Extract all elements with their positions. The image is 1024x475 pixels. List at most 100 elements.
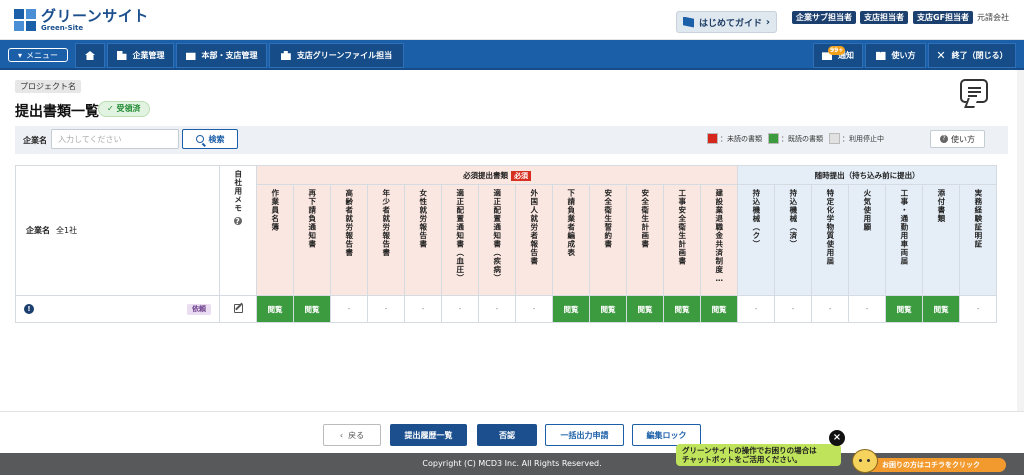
menu-caret-icon: ▾ <box>17 50 22 60</box>
view-document-cell[interactable]: 閲覧 <box>626 295 664 323</box>
branch-green-file-tab[interactable]: 支店グリーンファイル担当 <box>269 43 404 68</box>
document-column-header: 工事安全衛生計画書 <box>663 184 701 296</box>
user-company-name: 元請会社 <box>977 13 1009 22</box>
status-badge: ✓ 受領済 <box>98 101 150 117</box>
memo-cell[interactable] <box>219 295 257 323</box>
green-site-logo[interactable]: グリーンサイト Green-Site <box>14 9 149 32</box>
hq-branch-management-tab[interactable]: 本部・支店管理 <box>176 43 267 68</box>
company-header-label: 企業名 <box>26 226 50 235</box>
required-group-label: 必須提出書類 <box>463 170 509 180</box>
vertical-scrollbar[interactable] <box>1017 70 1024 453</box>
chatbot-mascot-icon[interactable] <box>852 449 878 473</box>
view-document-cell[interactable]: 閲覧 <box>589 295 627 323</box>
chatbot-bubble[interactable]: グリーンサイトの操作でお困りの場合は チャットボットをご活用ください。 <box>676 444 841 466</box>
app-shell: { "header": { "logo_main": "グリーンサイト", "l… <box>0 0 1024 475</box>
status-legend: ：未読の書類 ：既読の書類 ：利用停止中 <box>707 133 884 144</box>
request-badge[interactable]: 依頼 <box>187 304 211 315</box>
edit-lock-button[interactable]: 編集ロック <box>632 424 701 446</box>
help-icon: ? <box>940 135 948 143</box>
project-name-chip: プロジェクト名 <box>15 80 81 93</box>
submission-history-button[interactable]: 提出履歴一覧 <box>390 424 467 446</box>
back-button[interactable]: ‹ 戻る <box>323 424 381 446</box>
empty-document-cell: - <box>478 295 516 323</box>
chatbot-close-button[interactable]: × <box>829 430 845 446</box>
main-nav: ▾ メニュー 企業管理 本部・支店管理 支店グリーンファイル担当 通知 使い方 … <box>0 40 1024 70</box>
status-badge-label: 受領済 <box>116 104 141 113</box>
usage-guide-button[interactable]: 使い方 <box>865 43 926 68</box>
view-document-cell[interactable]: 閲覧 <box>699 295 739 323</box>
home-icon <box>85 51 95 60</box>
document-column-header: 火気使用願 <box>848 184 887 296</box>
logo-mark-icon <box>14 9 36 31</box>
menu-button[interactable]: ▾ メニュー <box>8 48 68 62</box>
document-column-label: 建設業退職金共済制度… <box>714 189 724 284</box>
optional-group-label: 随時提出（持ち込み前に提出） <box>814 170 920 180</box>
document-column-header: 添付書類 <box>922 184 961 296</box>
chatbot-message-line2: チャットボットをご活用ください。 <box>682 455 802 464</box>
notices-count-badge: 99+ <box>828 46 846 55</box>
document-column-label: 添付書類 <box>936 189 946 223</box>
guide-button-label: はじめてガイド <box>699 18 763 29</box>
search-button[interactable]: 検索 <box>182 129 238 149</box>
briefcase-icon <box>280 51 291 60</box>
unread-swatch <box>707 133 718 144</box>
document-column-label: 再下請負通知書 <box>307 189 317 249</box>
empty-document-cell: - <box>811 295 850 323</box>
legend-usage-label: 使い方 <box>951 134 975 144</box>
document-column-header: 再下請負通知書 <box>293 184 331 296</box>
legend-usage-button[interactable]: ? 使い方 <box>930 130 985 148</box>
document-column-header: 外国人就労者報告書 <box>515 184 553 296</box>
document-column-header: 建設業退職金共済制度… <box>699 184 739 296</box>
view-document-cell[interactable]: 閲覧 <box>552 295 590 323</box>
document-column-label: 高齢者就労報告書 <box>344 189 354 257</box>
view-document-cell[interactable]: 閲覧 <box>256 295 294 323</box>
chevron-left-icon: ‹ <box>339 430 344 440</box>
exit-button[interactable]: ✕ 終了（閉じる） <box>928 43 1016 68</box>
action-footer: ‹ 戻る 提出履歴一覧 否認 一括出力申請 編集ロック <box>0 411 1024 453</box>
optional-documents-group: 随時提出（持ち込み前に提出） <box>737 165 998 185</box>
document-column-label: 実務経験証明証 <box>973 189 983 249</box>
document-column-label: 年少者就労報告書 <box>381 189 391 257</box>
building-icon <box>116 51 127 60</box>
view-document-cell[interactable]: 閲覧 <box>922 295 961 323</box>
view-document-cell[interactable]: 閲覧 <box>663 295 701 323</box>
book-icon <box>875 51 886 60</box>
document-column-header: 適正配置通知書（血圧） <box>441 184 479 296</box>
chat-bubble-icon[interactable] <box>960 79 988 103</box>
beginner-guide-button[interactable]: はじめてガイド › <box>676 11 777 33</box>
empty-document-cell: - <box>441 295 479 323</box>
reject-button[interactable]: 否認 <box>477 424 537 446</box>
empty-document-cell: - <box>959 295 998 323</box>
company-search-input[interactable] <box>51 129 179 149</box>
search-bar: 企業名 検索 ：未読の書類 ：既読の書類 ：利用停止中 ? 使い方 <box>15 126 1008 154</box>
page-title: 提出書類一覧 <box>15 104 99 120</box>
document-column-label: 安全衛生誓約書 <box>603 189 613 249</box>
document-column-label: 特定化学物質使用届 <box>825 189 835 266</box>
memo-help-icon[interactable]: ? <box>234 216 242 225</box>
company-count: 全1社 <box>56 226 78 235</box>
empty-document-cell: - <box>367 295 405 323</box>
bulk-output-request-button[interactable]: 一括出力申請 <box>545 424 624 446</box>
document-column-label: 持込機械（ク） <box>751 189 761 249</box>
chatbot-message-line1: グリーンサイトの操作でお困りの場合は <box>682 446 817 455</box>
view-document-cell[interactable]: 閲覧 <box>293 295 331 323</box>
document-column-header: 作業員名簿 <box>256 184 294 296</box>
company-cell: ! 依頼 <box>15 295 220 323</box>
chevron-right-icon: › <box>765 16 770 28</box>
submitted-documents-table: 企業名 全1社 自社用メモ ? 必須提出書類 必須 随時提出（持ち込み前に提出） 作… <box>15 165 998 323</box>
memo-column-header: 自社用メモ ? <box>219 165 257 296</box>
info-icon[interactable]: ! <box>24 304 34 314</box>
company-management-label: 企業管理 <box>132 51 165 60</box>
read-swatch <box>768 133 779 144</box>
chatbot-cta-button[interactable]: お困りの方はコチラをクリック <box>856 458 1006 472</box>
document-column-label: 適正配置通知書（血圧） <box>455 189 465 283</box>
document-column-header: 女性就労報告書 <box>404 184 442 296</box>
legend-disabled: ：利用停止中 <box>842 134 884 143</box>
view-document-cell[interactable]: 閲覧 <box>885 295 924 323</box>
company-management-tab[interactable]: 企業管理 <box>107 43 174 68</box>
search-label: 企業名 <box>23 136 47 145</box>
edit-icon[interactable] <box>233 303 243 313</box>
document-column-label: 安全衛生計画書 <box>640 189 650 249</box>
home-button[interactable] <box>75 43 105 68</box>
branch-green-file-label: 支店グリーンファイル担当 <box>296 51 393 60</box>
